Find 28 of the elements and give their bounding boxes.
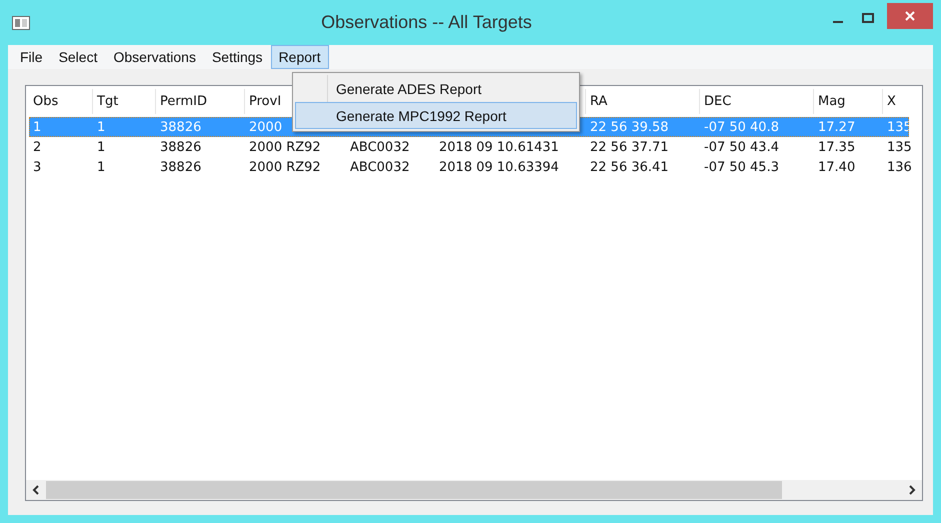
- table-cell: 17.35: [818, 140, 856, 154]
- table-cell: 22 56 36.41: [590, 160, 669, 174]
- table-cell: 1: [97, 160, 106, 174]
- table-cell: 3: [33, 160, 42, 174]
- table-cell: 2000 RZ92: [249, 140, 321, 154]
- table-cell: 22 56 39.58: [590, 120, 669, 134]
- table-cell: 2018 09 10.63394: [439, 160, 559, 174]
- table-cell: 1: [97, 140, 106, 154]
- table-cell: 2000: [249, 120, 282, 134]
- table-cell: -07 50 43.4: [704, 140, 779, 154]
- table-cell: 1: [33, 120, 42, 134]
- table-cell: 135: [887, 140, 912, 154]
- window-title: Observations -- All Targets: [320, 12, 533, 33]
- table-cell: ABC0032: [350, 140, 410, 154]
- table-cell: 38826: [160, 120, 202, 134]
- table-cell: 1: [97, 120, 106, 134]
- table-cell: 22 56 37.71: [590, 140, 669, 154]
- table-cell: 38826: [160, 140, 202, 154]
- table-cell: -07 50 45.3: [704, 160, 779, 174]
- table-cell: 17.27: [818, 120, 856, 134]
- table-cell: 2000 RZ92: [249, 160, 321, 174]
- table-cell: 136: [887, 160, 912, 174]
- table-cell: 2: [33, 140, 42, 154]
- table-cell: 2018 09 10.61431: [439, 140, 559, 154]
- table-cell: -07 50 40.8: [704, 120, 779, 134]
- table-cell: 38826: [160, 160, 202, 174]
- table-cell: 17.40: [818, 160, 856, 174]
- table-cell: ABC0032: [350, 160, 410, 174]
